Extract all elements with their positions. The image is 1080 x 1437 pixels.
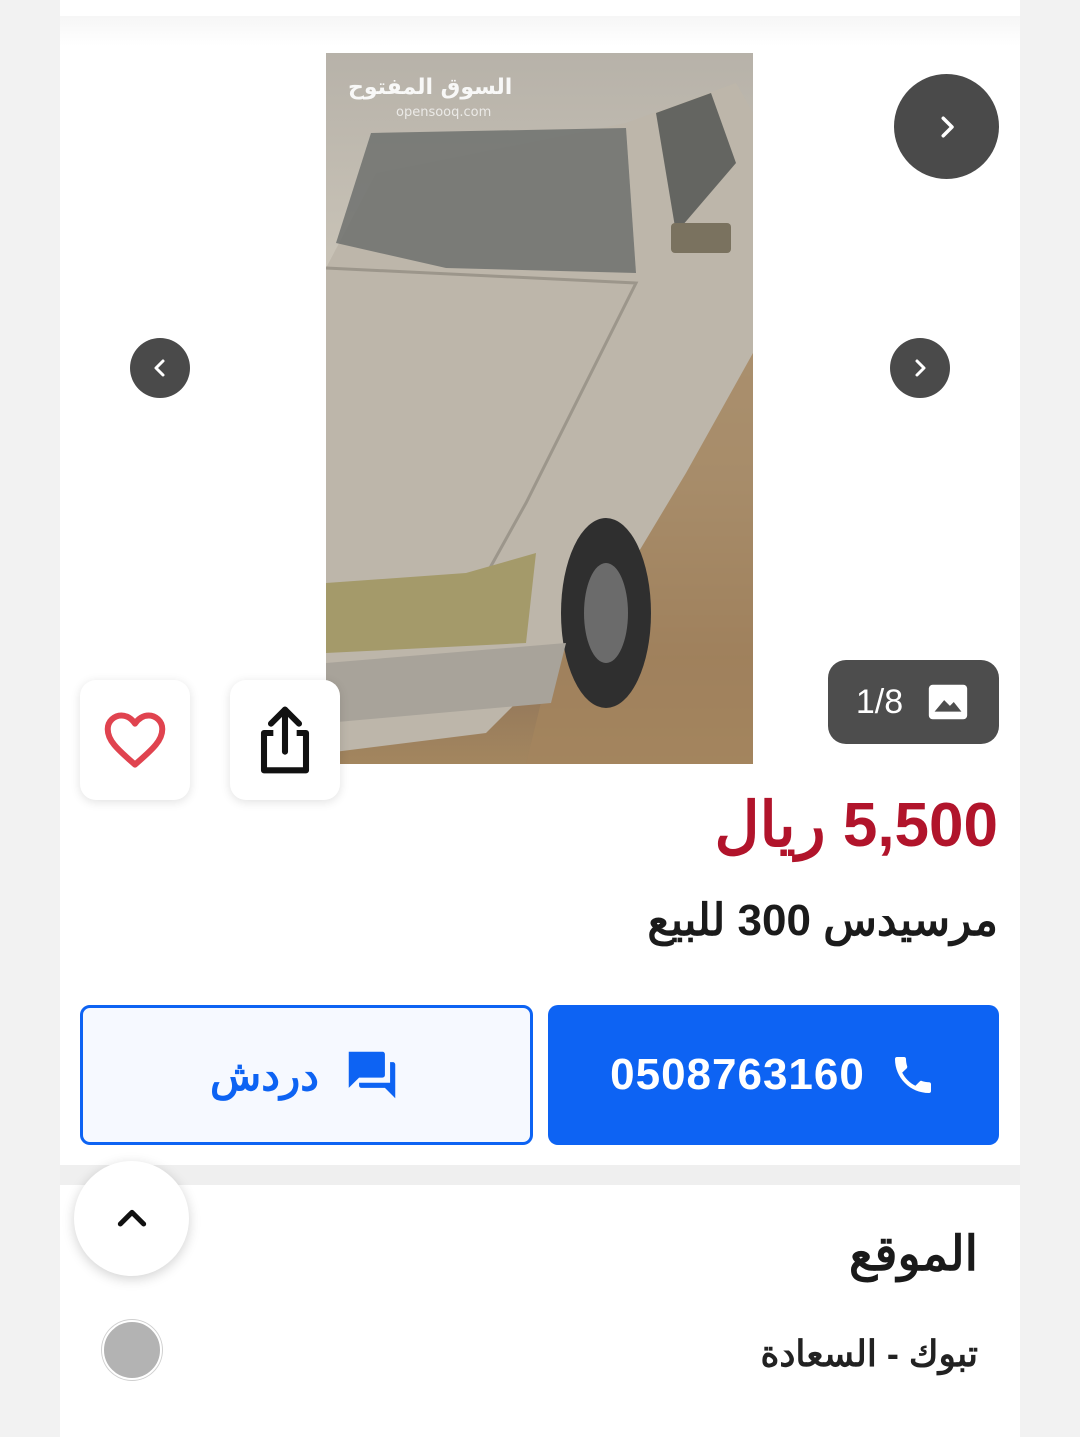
chevron-right-icon — [941, 116, 954, 137]
listing-photo[interactable]: السوق المفتوح opensooq.com — [326, 53, 753, 764]
phone-icon — [894, 1057, 931, 1093]
prev-image-button[interactable] — [130, 338, 190, 398]
chat-icon — [348, 1051, 396, 1099]
share-button[interactable] — [230, 680, 340, 800]
location-value[interactable]: تبوك - السعادة — [761, 1333, 978, 1375]
chevron-right-icon — [915, 359, 926, 377]
location-section-title: الموقع — [849, 1228, 978, 1281]
share-icon — [260, 706, 310, 774]
next-image-button[interactable] — [894, 74, 999, 179]
car-illustration — [326, 83, 753, 764]
heart-icon — [104, 712, 166, 768]
chat-label: دردش — [210, 1051, 319, 1099]
scroll-to-top-button[interactable] — [74, 1161, 189, 1276]
section-divider — [60, 1165, 1020, 1185]
image-icon — [928, 684, 968, 720]
gallery-background — [60, 16, 1020, 46]
listing-price: 5,500 ريال — [714, 791, 998, 860]
chat-button[interactable]: دردش — [80, 1005, 533, 1145]
avatar[interactable] — [102, 1320, 162, 1380]
watermark: السوق المفتوح — [348, 75, 513, 100]
chevron-up-icon — [117, 1209, 146, 1226]
image-counter-text: 1/8 — [855, 682, 904, 721]
watermark-sub: opensooq.com — [396, 105, 492, 120]
image-counter[interactable]: 1/8 — [828, 660, 999, 744]
next-image-small-button[interactable] — [890, 338, 950, 398]
listing-title: مرسيدس 300 للبيع — [647, 896, 998, 945]
favorite-button[interactable] — [80, 680, 190, 800]
call-button[interactable]: 0508763160 — [548, 1005, 999, 1145]
chevron-left-icon — [154, 359, 165, 377]
phone-number: 0508763160 — [610, 1050, 865, 1099]
